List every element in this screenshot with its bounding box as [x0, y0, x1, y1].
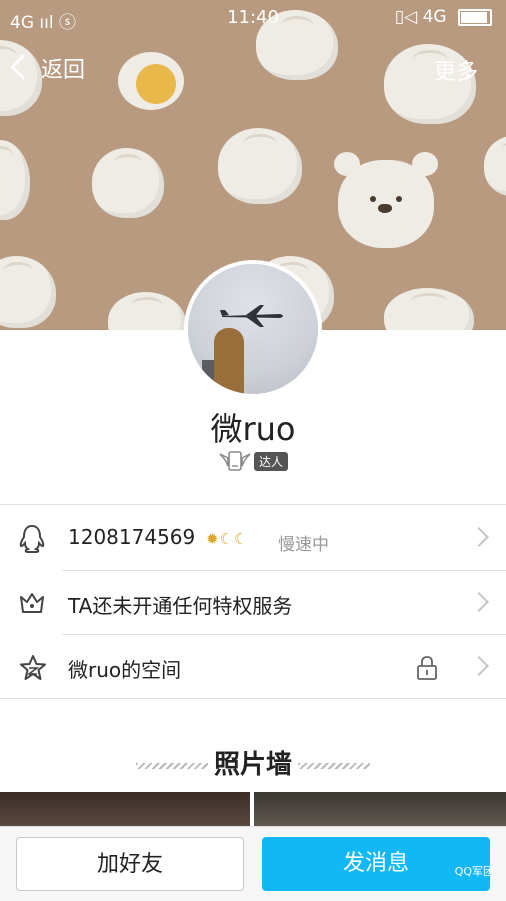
photo-wall-heading: 照片墙 [0, 744, 506, 781]
divider [0, 698, 506, 699]
bun-decoration [0, 140, 30, 220]
privilege-text: TA还未开通任何特权服务 [68, 594, 293, 618]
status-bar: 4G ııl ⓢ 11:40 ▯◁ 4G [0, 0, 506, 34]
bun-decoration [484, 136, 506, 196]
qzone-text: 微ruo的空间 [68, 658, 182, 682]
online-status: 慢速中 [278, 535, 329, 555]
airplane-image [220, 305, 283, 327]
chevron-right-icon [469, 592, 489, 612]
badge-row: 达人 [0, 450, 506, 472]
chevron-right-icon [469, 527, 489, 547]
egg-yolk-decoration [136, 64, 176, 104]
more-button[interactable]: 更多 [434, 54, 478, 86]
divider [0, 504, 506, 505]
network-indicator: ▯◁ 4G [394, 7, 447, 27]
qq-number: 1208174569 [68, 525, 196, 549]
avatar[interactable] [184, 260, 322, 398]
crown-icon [20, 593, 44, 613]
bun-decoration [92, 148, 164, 218]
expert-badge: 达人 [253, 451, 288, 471]
back-label: 返回 [41, 58, 86, 83]
bottom-action-bar: 加好友 发消息 QQ军团 [0, 826, 506, 901]
lock-icon [417, 656, 437, 680]
profile-name: 微ruo [210, 410, 296, 448]
battery-icon [458, 8, 492, 26]
add-friend-button[interactable]: 加好友 [16, 837, 244, 891]
hatch-decoration [135, 762, 208, 769]
qq-penguin-icon [19, 524, 45, 553]
photo-wall-title: 照片墙 [213, 750, 292, 780]
chevron-right-icon [469, 656, 489, 676]
bear-decoration [334, 152, 438, 248]
qzone-row[interactable]: 微ruo的空间 [0, 635, 506, 699]
bun-decoration [218, 128, 302, 204]
status-right: ▯◁ 4G [395, 7, 492, 27]
back-chevron-icon [10, 54, 36, 80]
qq-level-icons: ✹☾☾ [206, 530, 249, 548]
bun-decoration [108, 292, 186, 330]
bun-decoration [384, 288, 474, 330]
bun-decoration [0, 256, 56, 328]
back-button[interactable]: 返回 [10, 52, 86, 84]
privilege-row[interactable]: TA还未开通任何特权服务 [0, 571, 506, 635]
star-space-icon [20, 655, 46, 680]
qq-number-row[interactable]: 1208174569 ✹☾☾ 慢速中 [0, 506, 506, 570]
watermark: QQ军团 [454, 865, 494, 878]
hatch-decoration [298, 762, 370, 769]
wing-phone-icon [219, 451, 251, 471]
